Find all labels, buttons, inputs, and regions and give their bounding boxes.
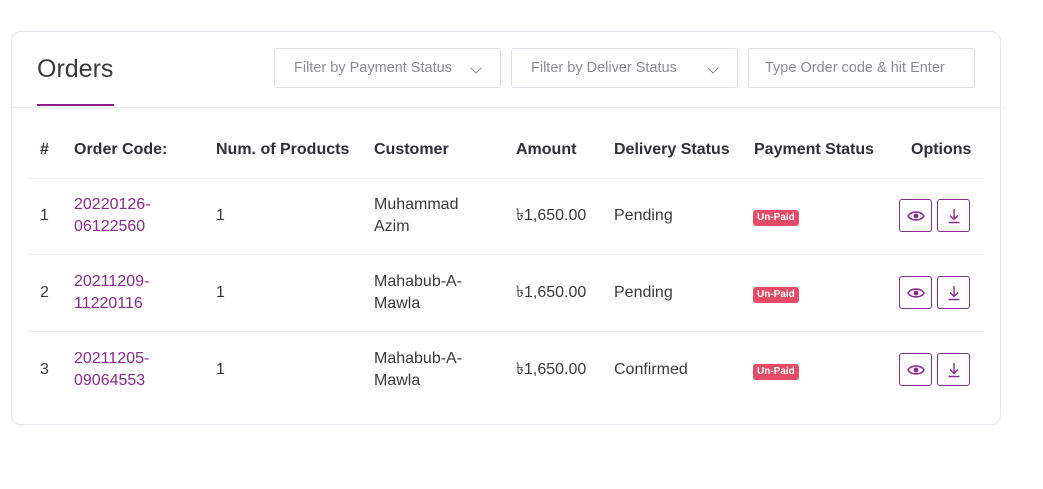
- col-header-amount: Amount: [516, 141, 577, 158]
- download-invoice-button[interactable]: [937, 353, 970, 386]
- view-order-button[interactable]: [899, 353, 932, 386]
- amount: ৳1,650.00: [516, 207, 587, 224]
- row-index: 3: [40, 361, 49, 378]
- payment-status-badge: Un-Paid: [753, 364, 799, 380]
- download-invoice-button[interactable]: [937, 199, 970, 232]
- customer-line2: Mawla: [374, 372, 421, 389]
- orders-card: Orders Filter by Payment Status Filter b…: [11, 31, 1005, 425]
- col-header-order-code: Order Code:: [74, 141, 168, 158]
- customer-name: Muhammad Azim: [374, 194, 458, 238]
- chevron-down-icon: [707, 62, 719, 74]
- order-code-search-input[interactable]: [748, 48, 975, 88]
- row-index: 1: [40, 207, 49, 224]
- order-code-line2: 09064553: [74, 372, 146, 389]
- page-title: Orders: [37, 55, 114, 83]
- num-products: 1: [216, 284, 225, 301]
- download-icon: [948, 208, 959, 223]
- title-underline: [37, 104, 114, 106]
- card-header: Orders Filter by Payment Status Filter b…: [12, 32, 1005, 108]
- eye-icon: [906, 364, 925, 375]
- payment-status-badge: Un-Paid: [753, 287, 799, 303]
- customer-line2: Azim: [374, 218, 410, 235]
- order-code-line1: 20220126-: [74, 196, 151, 213]
- order-code-link[interactable]: 20211209- 11220116: [74, 271, 149, 315]
- order-code-line1: 20211209-: [74, 273, 150, 290]
- row-divider: [28, 254, 984, 255]
- customer-name: Mahabub-A- Mawla: [374, 348, 462, 392]
- order-code-line2: 06122560: [74, 218, 146, 235]
- view-order-button[interactable]: [899, 199, 932, 232]
- order-code-link[interactable]: 20220126- 06122560: [74, 194, 151, 238]
- delivery-status: Pending: [614, 207, 673, 224]
- order-code-line2: 11220116: [74, 295, 143, 312]
- view-order-button[interactable]: [899, 276, 932, 309]
- delivery-status-filter[interactable]: Filter by Deliver Status: [511, 48, 738, 88]
- customer-line1: Mahabub-A-: [374, 273, 463, 290]
- eye-icon: [906, 210, 925, 221]
- col-header-options: Options: [911, 141, 972, 158]
- order-code-line1: 20211205-: [74, 350, 150, 367]
- delivery-status: Confirmed: [614, 361, 688, 378]
- payment-status-filter[interactable]: Filter by Payment Status: [274, 48, 501, 88]
- row-divider: [28, 331, 984, 332]
- header-divider: [28, 178, 984, 179]
- delivery-status: Pending: [614, 284, 673, 301]
- col-header-index: #: [40, 141, 49, 158]
- col-header-num-products: Num. of Products: [216, 141, 350, 158]
- col-header-payment-status: Payment Status: [754, 141, 875, 158]
- payment-status-badge: Un-Paid: [753, 210, 799, 226]
- chevron-down-icon: [470, 62, 482, 74]
- num-products: 1: [216, 361, 225, 378]
- col-header-delivery-status: Delivery Status: [614, 141, 730, 158]
- customer-line1: Muhammad: [374, 196, 459, 213]
- download-icon: [948, 285, 959, 300]
- amount: ৳1,650.00: [516, 361, 587, 378]
- customer-line1: Mahabub-A-: [374, 350, 463, 367]
- download-icon: [948, 362, 959, 377]
- row-index: 2: [40, 284, 49, 301]
- order-code-link[interactable]: 20211205- 09064553: [74, 348, 149, 392]
- customer-name: Mahabub-A- Mawla: [374, 271, 462, 315]
- amount: ৳1,650.00: [516, 284, 587, 301]
- payment-filter-label: Filter by Payment Status: [294, 60, 452, 76]
- col-header-customer: Customer: [374, 141, 449, 158]
- delivery-filter-label: Filter by Deliver Status: [531, 60, 677, 76]
- download-invoice-button[interactable]: [937, 276, 970, 309]
- num-products: 1: [216, 207, 225, 224]
- customer-line2: Mawla: [374, 295, 421, 312]
- eye-icon: [906, 287, 925, 298]
